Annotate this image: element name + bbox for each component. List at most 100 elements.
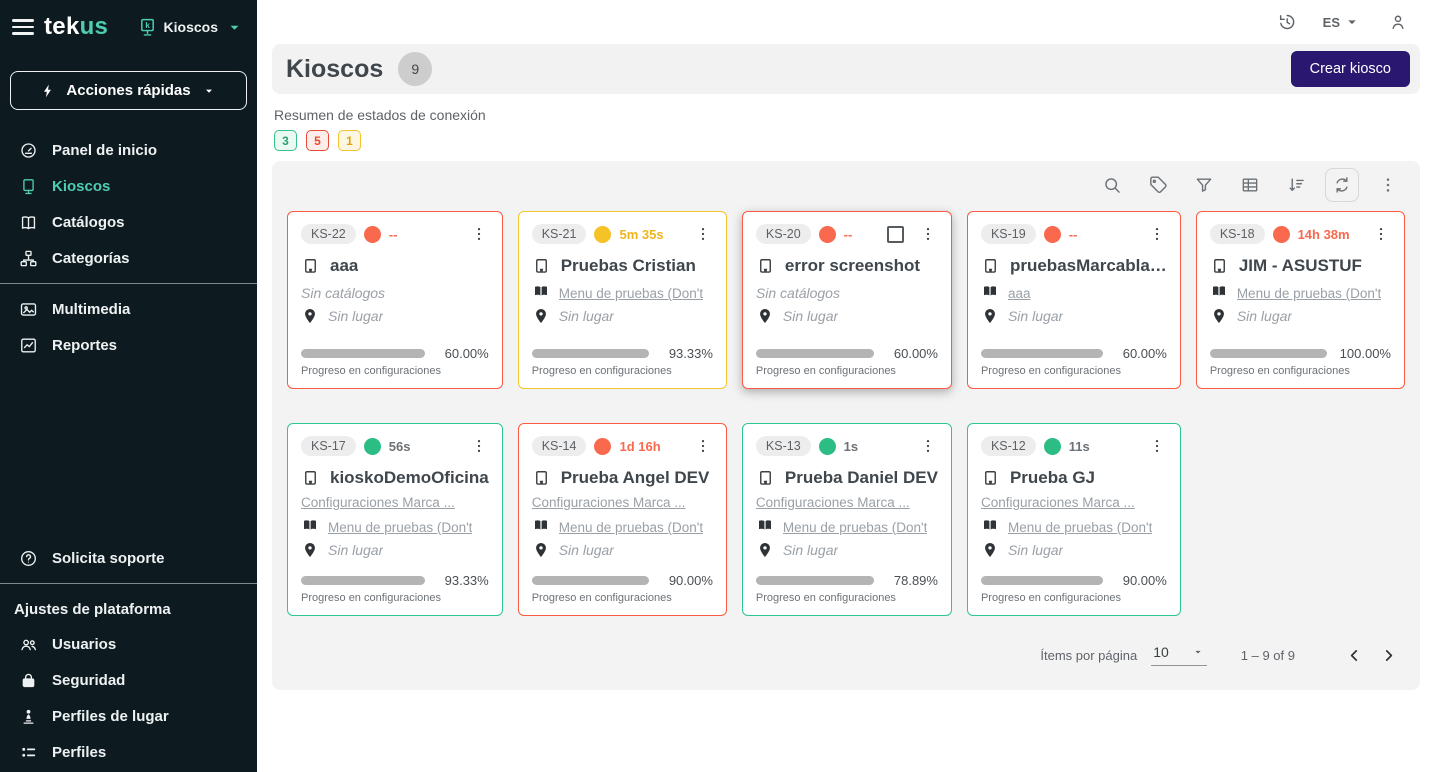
pagination-range: 1 – 9 of 9 [1241, 648, 1295, 663]
kiosk-card-ks-14[interactable]: KS-14 1d 16h Prueba Angel DEV Configurac… [518, 423, 727, 616]
card-menu-button[interactable] [693, 434, 713, 458]
kiosk-card-ks-20[interactable]: KS-20 -- error screenshot Sin catálogos … [742, 211, 952, 389]
catalog-link[interactable]: Menu de pruebas (Don't [783, 520, 927, 535]
sync-button[interactable] [1325, 168, 1359, 202]
table-button[interactable] [1233, 168, 1267, 202]
connection-summary: Resumen de estados de conexión 351 [274, 107, 1418, 151]
card-menu-button[interactable] [469, 222, 489, 246]
progress-caption: Progreso en configuraciones [981, 592, 1167, 604]
kiosk-card-ks-17[interactable]: KS-17 56s kioskoDemoOficina Configuracio… [287, 423, 503, 616]
hamburger-menu-icon[interactable] [12, 19, 34, 35]
kebab-button[interactable] [1371, 168, 1405, 202]
previous-page-button[interactable] [1337, 638, 1371, 672]
card-menu-button[interactable] [1147, 434, 1167, 458]
kebab-icon [1148, 437, 1166, 455]
search-button[interactable] [1095, 168, 1129, 202]
sidebar-item-label: Reportes [52, 337, 117, 354]
progress-percent: 93.33% [657, 346, 713, 361]
app-switcher-dropdown[interactable]: k Kioscos [137, 17, 245, 38]
sort-button[interactable] [1279, 168, 1313, 202]
kiosk-card-ks-21[interactable]: KS-21 5m 35s Pruebas Cristian Menu de pr… [518, 211, 727, 389]
kiosk-card-ks-18[interactable]: KS-18 14h 38m JIM - ASUSTUF Menu de prue… [1196, 211, 1405, 389]
card-menu-button[interactable] [918, 434, 938, 458]
sidebar-item-perfiles-de-lugar[interactable]: Perfiles de lugar [0, 698, 257, 734]
profile-link[interactable]: Configuraciones Marca ... [981, 495, 1167, 510]
catalog-link[interactable]: Menu de pruebas (Don't [559, 286, 703, 301]
catalog-link[interactable]: aaa [1008, 286, 1031, 301]
kiosk-list-panel: KS-22 -- aaa Sin catálogos Sin lugar 60.… [272, 161, 1420, 690]
location-row: Sin lugar [981, 307, 1167, 325]
sidebar-item-reportes[interactable]: Reportes [0, 327, 257, 363]
catalog-link[interactable]: Menu de pruebas (Don't [328, 520, 472, 535]
account-icon[interactable] [1388, 12, 1408, 32]
sidebar-header: tekus k Kioscos [0, 0, 257, 49]
chart-icon [19, 336, 38, 355]
kebab-icon [1372, 225, 1390, 243]
sidebar-item-categorias[interactable]: Categorías [0, 240, 257, 276]
location-row: Sin lugar [301, 307, 489, 325]
sidebar-item-catalogos[interactable]: Catálogos [0, 204, 257, 240]
location-text: Sin lugar [559, 308, 614, 324]
location-text: Sin lugar [783, 542, 838, 558]
items-per-page-select[interactable]: 10 [1151, 644, 1207, 666]
catalog-row: Menu de pruebas (Don't [532, 282, 713, 301]
card-title-row: error screenshot [756, 256, 938, 276]
status-dot [594, 226, 611, 243]
kiosk-id-chip: KS-18 [1210, 224, 1265, 244]
quick-actions-button[interactable]: Acciones rápidas [10, 71, 247, 110]
sidebar-item-kioscos[interactable]: Kioscos [0, 168, 257, 204]
sidebar-item-seguridad[interactable]: Seguridad [0, 662, 257, 698]
kebab-icon [694, 225, 712, 243]
sidebar-item-multimedia[interactable]: Multimedia [0, 291, 257, 327]
connection-time: 1d 16h [619, 439, 660, 454]
kiosk-card-ks-12[interactable]: KS-12 11s Prueba GJ Configuraciones Marc… [967, 423, 1181, 616]
location-text: Sin lugar [1008, 308, 1063, 324]
select-checkbox[interactable] [887, 226, 904, 243]
filter-button[interactable] [1187, 168, 1221, 202]
no-catalog-text: Sin catálogos [756, 285, 938, 301]
card-menu-button[interactable] [1147, 222, 1167, 246]
card-menu-button[interactable] [918, 222, 938, 246]
language-selector[interactable]: ES [1323, 12, 1362, 32]
tag-button[interactable] [1141, 168, 1175, 202]
progress-bar [756, 349, 874, 358]
catalog-link[interactable]: Menu de pruebas (Don't [559, 520, 703, 535]
kiosk-card-ks-13[interactable]: KS-13 1s Prueba Daniel DEV Configuracion… [742, 423, 952, 616]
location-pin-icon [756, 307, 774, 325]
catalog-link[interactable]: Menu de pruebas (Don't [1237, 286, 1381, 301]
kiosk-title: Pruebas Cristian [561, 256, 696, 276]
create-kiosk-button[interactable]: Crear kiosco [1291, 51, 1410, 87]
location-row: Sin lugar [756, 541, 938, 559]
status-count-badge-connected[interactable]: 3 [274, 130, 297, 151]
book-icon [1210, 282, 1228, 300]
kiosk-count-badge: 9 [398, 52, 432, 86]
card-header: KS-18 14h 38m [1210, 222, 1391, 246]
card-menu-button[interactable] [469, 434, 489, 458]
progress-percent: 90.00% [657, 573, 713, 588]
history-icon[interactable] [1277, 12, 1297, 32]
sidebar-item-solicita-soporte[interactable]: Solicita soporte [0, 540, 257, 576]
sidebar-item-perfiles[interactable]: Perfiles [0, 734, 257, 770]
status-count-badge-warning[interactable]: 1 [338, 130, 361, 151]
profile-link[interactable]: Configuraciones Marca ... [756, 495, 938, 510]
status-count-badge-disconnected[interactable]: 5 [306, 130, 329, 151]
card-menu-button[interactable] [1371, 222, 1391, 246]
card-title-row: aaa [301, 256, 489, 276]
next-page-button[interactable] [1371, 638, 1405, 672]
list-toolbar [287, 163, 1405, 207]
catalog-link[interactable]: Menu de pruebas (Don't [1008, 520, 1152, 535]
card-menu-button[interactable] [693, 222, 713, 246]
profile-link[interactable]: Configuraciones Marca ... [301, 495, 489, 510]
progress-caption: Progreso en configuraciones [532, 365, 713, 377]
sidebar-item-label: Perfiles de lugar [52, 708, 169, 725]
sidebar-item-usuarios[interactable]: Usuarios [0, 626, 257, 662]
kebab-icon [1378, 175, 1398, 195]
profile-link[interactable]: Configuraciones Marca ... [532, 495, 713, 510]
kebab-icon [470, 225, 488, 243]
sidebar-item-label: Seguridad [52, 672, 125, 689]
sidebar-item-panel-de-inicio[interactable]: Panel de inicio [0, 132, 257, 168]
progress-caption: Progreso en configuraciones [301, 365, 489, 377]
kiosk-card-ks-19[interactable]: KS-19 -- pruebasMarcabla… aaa Sin lugar … [967, 211, 1181, 389]
kiosk-card-ks-22[interactable]: KS-22 -- aaa Sin catálogos Sin lugar 60.… [287, 211, 503, 389]
kebab-icon [694, 437, 712, 455]
